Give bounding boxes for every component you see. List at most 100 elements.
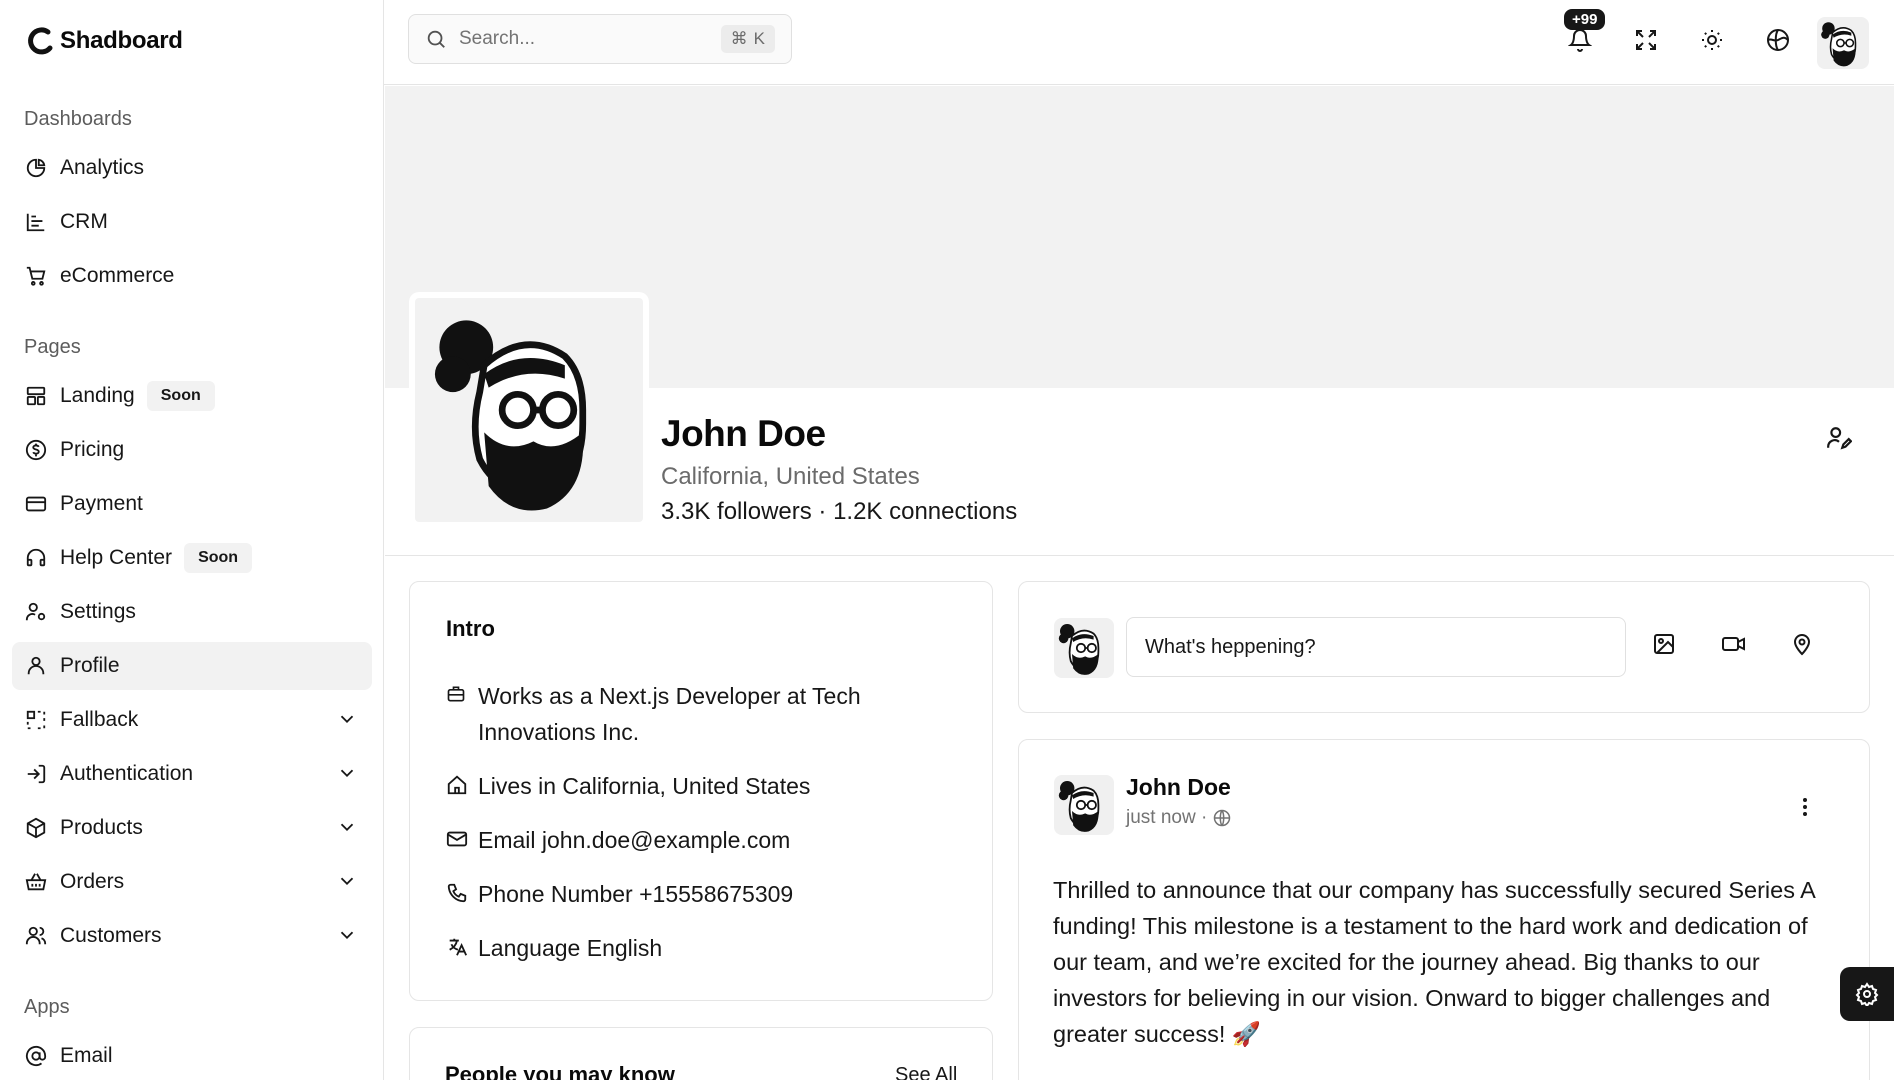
sidebar-item-label: Payment	[60, 492, 143, 515]
sidebar-item-settings[interactable]: Settings	[12, 588, 372, 636]
intro-title: Intro	[446, 616, 495, 641]
nav-group-dashboards: Dashboards	[24, 108, 132, 130]
home-icon	[446, 774, 470, 796]
sidebar-item-orders[interactable]: Orders	[12, 858, 372, 906]
sidebar-item-ecommerce[interactable]: eCommerce	[12, 252, 372, 300]
sidebar-item-products[interactable]: Products	[12, 804, 372, 852]
fullscreen-button[interactable]	[1628, 22, 1664, 58]
package-icon	[24, 816, 48, 840]
add-location-button[interactable]	[1790, 632, 1814, 656]
command-key: ⌘	[730, 29, 748, 48]
customizer-button[interactable]	[1840, 967, 1894, 1021]
chevron-down-icon	[340, 931, 354, 940]
intro-email: Email john.doe@example.com	[446, 822, 790, 858]
sidebar-item-authentication[interactable]: Authentication	[12, 750, 372, 798]
sidebar-item-label: CRM	[60, 210, 108, 233]
sidebar-item-customers[interactable]: Customers	[12, 912, 372, 960]
user-icon	[24, 654, 48, 678]
chevron-down-icon	[340, 769, 354, 778]
profile-avatar	[409, 292, 649, 528]
globe-icon	[1767, 29, 1789, 51]
avatar-image	[1817, 17, 1869, 69]
intro-lives-text: Lives in California, United States	[478, 773, 811, 799]
post-menu-button[interactable]	[1793, 795, 1817, 819]
sidebar-item-pricing[interactable]: Pricing	[12, 426, 372, 474]
intro-email-text: Email john.doe@example.com	[478, 827, 791, 853]
intro-language-text: Language English	[478, 935, 663, 961]
sidebar-item-payment[interactable]: Payment	[12, 480, 372, 528]
users-icon	[24, 924, 48, 948]
notifications-badge: +99	[1564, 9, 1606, 30]
search-input[interactable]: Search... ⌘ K	[408, 14, 792, 64]
sidebar-item-analytics[interactable]: Analytics	[12, 144, 372, 192]
edit-profile-button[interactable]	[1826, 425, 1852, 451]
add-video-button[interactable]	[1721, 632, 1747, 656]
search-icon	[427, 30, 445, 48]
video-icon	[1722, 637, 1745, 651]
intro-language: Language English	[446, 930, 662, 966]
sidebar-item-label: Analytics	[60, 156, 145, 179]
avatar-image	[415, 298, 643, 522]
topbar: Search... ⌘ K	[384, 0, 1894, 85]
sidebar-item-label: Settings	[60, 600, 136, 623]
sidebar-item-crm[interactable]: CRM	[12, 198, 372, 246]
intro-lives: Lives in California, United States	[446, 768, 810, 804]
sidebar-item-label: Authentication	[60, 762, 194, 785]
people-title: People you may know	[445, 1062, 675, 1080]
shortcut-key: K	[753, 29, 765, 48]
search-shortcut: ⌘ K	[720, 25, 775, 53]
intro-card: Intro Works as a Next.js Developer at Te…	[409, 581, 993, 1001]
nav-group-pages: Pages	[24, 336, 81, 358]
sidebar-item-label: Products	[60, 816, 143, 839]
sidebar-item-profile[interactable]: Profile	[12, 642, 372, 690]
briefcase-icon	[446, 684, 470, 704]
credit-card-icon	[24, 492, 48, 516]
intro-work-line1: Works as a Next.js Developer at Tech	[478, 683, 861, 709]
sidebar-item-label: Landing	[60, 384, 135, 407]
sidebar-item-label: eCommerce	[60, 264, 175, 287]
composer-input[interactable]: What's heppening?	[1126, 617, 1626, 677]
intro-phone-text: Phone Number +15558675309	[478, 881, 794, 907]
sidebar-item-landing[interactable]: Landing Soon	[12, 372, 372, 420]
fallback-icon	[24, 708, 48, 732]
theme-toggle-button[interactable]	[1694, 22, 1730, 58]
sidebar-item-label: Pricing	[60, 438, 125, 461]
sidebar-item-help-center[interactable]: Help Center Soon	[12, 534, 372, 582]
chevron-down-icon	[340, 715, 354, 724]
mail-icon	[446, 828, 470, 850]
at-sign-icon	[24, 1044, 48, 1068]
post-timestamp: just now ·	[1126, 807, 1231, 829]
profile-name: John Doe	[661, 413, 826, 454]
sidebar-item-label: Customers	[60, 924, 162, 947]
post-body: Thrilled to announce that our company ha…	[1053, 877, 1815, 1047]
sidebar-item-label: Fallback	[60, 708, 139, 731]
language-button[interactable]	[1760, 22, 1796, 58]
intro-work: Works as a Next.js Developer at Tech Inn…	[446, 678, 861, 750]
phone-icon	[446, 882, 470, 904]
sidebar-item-label: Email	[60, 1044, 113, 1067]
more-vertical-icon	[1803, 798, 1807, 816]
dollar-circle-icon	[24, 438, 48, 462]
sidebar-item-fallback[interactable]: Fallback	[12, 696, 372, 744]
headset-icon	[24, 546, 48, 570]
soon-badge: Soon	[184, 543, 253, 573]
sidebar-item-email[interactable]: Email	[12, 1032, 372, 1080]
login-icon	[24, 762, 48, 786]
brand-logo[interactable]: Shadboard	[26, 26, 183, 56]
composer-avatar	[1054, 618, 1114, 678]
see-all-link[interactable]: See All	[895, 1064, 957, 1080]
sidebar-item-label: Profile	[60, 654, 120, 677]
post-author-name[interactable]: John Doe	[1126, 774, 1231, 801]
intro-work-line2: Innovations Inc.	[478, 719, 640, 745]
add-image-button[interactable]	[1652, 632, 1676, 656]
expand-icon	[1636, 30, 1656, 50]
bell-icon	[1568, 29, 1592, 52]
chevron-down-icon	[340, 823, 354, 832]
intro-phone: Phone Number +15558675309	[446, 876, 793, 912]
image-icon	[1654, 634, 1674, 654]
post-author-avatar[interactable]	[1054, 775, 1114, 835]
user-menu-avatar[interactable]	[1817, 17, 1869, 69]
cart-icon	[24, 264, 48, 288]
sidebar: Shadboard Dashboards Analytics CRM eComm…	[0, 0, 384, 1080]
pie-chart-icon	[24, 156, 48, 180]
